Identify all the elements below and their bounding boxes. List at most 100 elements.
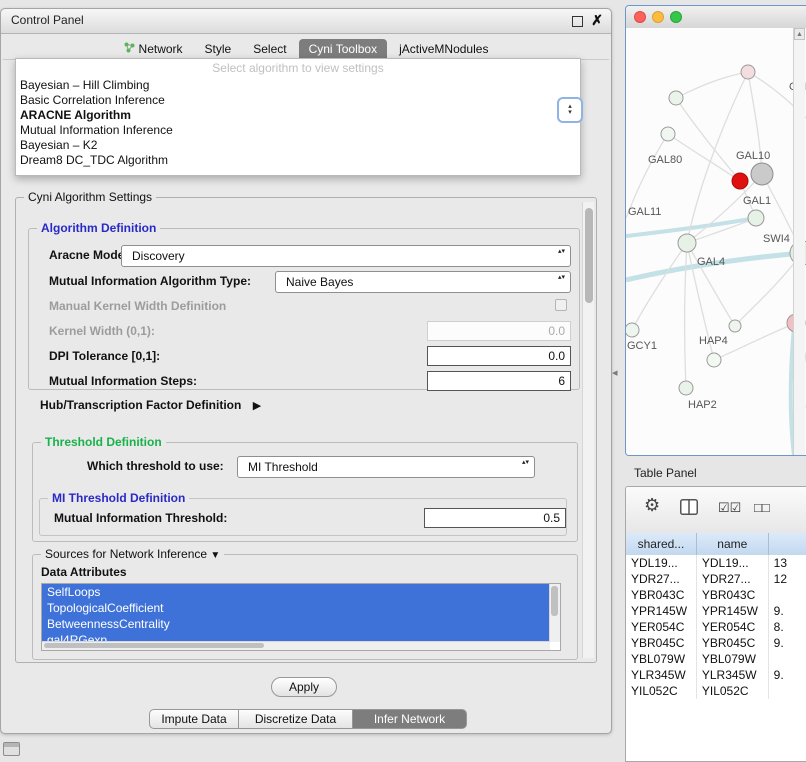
dropdown-item[interactable]: Bayesian – K2 bbox=[16, 138, 580, 153]
network-node[interactable] bbox=[729, 320, 741, 332]
dropdown-item[interactable]: Basic Correlation Inference bbox=[16, 93, 580, 108]
manual-kernel-width-checkbox[interactable] bbox=[555, 299, 567, 311]
table-row[interactable]: YDR27...YDR27...12 bbox=[626, 571, 806, 587]
network-node[interactable] bbox=[679, 381, 693, 395]
which-threshold-label: Which threshold to use: bbox=[87, 459, 224, 473]
table-row[interactable]: YBL079WYBL079W bbox=[626, 651, 806, 667]
algorithm-combobox-button[interactable]: ▴ ▾ bbox=[557, 97, 583, 123]
table-row[interactable]: YBR043CYBR043C bbox=[626, 587, 806, 603]
network-node[interactable] bbox=[707, 353, 721, 367]
network-window-titlebar[interactable] bbox=[626, 6, 806, 29]
data-attributes-list[interactable]: SelfLoops TopologicalCoefficient Between… bbox=[41, 583, 561, 651]
cell: YIL052C bbox=[626, 683, 697, 699]
tab-select[interactable]: Select bbox=[243, 39, 296, 59]
attribute-item-selected[interactable]: SelfLoops bbox=[42, 584, 550, 600]
collapse-down-icon[interactable]: ▼ bbox=[210, 550, 220, 561]
expand-right-icon[interactable]: ▶ bbox=[253, 400, 261, 412]
control-panel-window: Control Panel ✗ Network Style Select Cyn… bbox=[0, 8, 612, 734]
settings-scrollbar-thumb[interactable] bbox=[585, 208, 593, 303]
network-node[interactable] bbox=[748, 210, 764, 226]
table-row[interactable]: YDL19...YDL19...13 bbox=[626, 555, 806, 571]
cell: YBL079W bbox=[626, 651, 697, 667]
restore-panel-icon[interactable] bbox=[3, 742, 20, 756]
attributes-vscroll-thumb[interactable] bbox=[551, 586, 558, 616]
select-all-icon[interactable]: ☑☑ bbox=[718, 500, 741, 516]
mi-steps-field[interactable]: 6 bbox=[427, 371, 571, 391]
dpi-tolerance-field[interactable]: 0.0 bbox=[427, 346, 571, 366]
close-button[interactable] bbox=[634, 11, 646, 23]
tab-impute-data[interactable]: Impute Data bbox=[149, 709, 239, 729]
scroll-up-icon[interactable]: ▲ bbox=[794, 28, 805, 40]
network-node-label: GAL4 bbox=[697, 256, 725, 268]
deselect-all-icon[interactable]: □□ bbox=[754, 500, 770, 515]
sources-legend: Sources for Network Inference ▼ bbox=[41, 547, 224, 561]
network-node[interactable] bbox=[669, 91, 683, 105]
which-threshold-combobox[interactable]: MI Threshold ▴▾ bbox=[237, 456, 535, 478]
column-header-name[interactable]: name bbox=[697, 533, 769, 555]
kernel-width-field[interactable]: 0.0 bbox=[427, 321, 571, 341]
algorithm-dropdown-popup: Select algorithm to view settings Bayesi… bbox=[15, 58, 581, 176]
network-vertical-scrollbar[interactable]: ▲ bbox=[793, 28, 805, 455]
tab-jactivemnodules[interactable]: jActiveMNodules bbox=[389, 39, 498, 59]
table-row[interactable]: YBR045CYBR045C9. bbox=[626, 635, 806, 651]
tab-label: Style bbox=[205, 42, 232, 56]
cell: YDR27... bbox=[697, 571, 769, 587]
cell: YDL19... bbox=[697, 555, 769, 571]
attribute-item-selected[interactable]: BetweennessCentrality bbox=[42, 616, 550, 632]
table-row[interactable]: YLR345WYLR345W9. bbox=[626, 667, 806, 683]
network-node[interactable] bbox=[751, 163, 773, 185]
close-panel-icon[interactable]: ✗ bbox=[591, 12, 603, 29]
network-canvas[interactable]: GAL80 GAL10 GAL11 GAL1 SWI4 GAL4 GCY1 HA… bbox=[626, 28, 806, 456]
dropdown-item-selected[interactable]: ARACNE Algorithm bbox=[16, 108, 580, 123]
tab-network[interactable]: Network bbox=[114, 39, 193, 59]
table-row[interactable]: YPR145WYPR145W9. bbox=[626, 603, 806, 619]
minimize-button[interactable] bbox=[652, 11, 664, 23]
network-node[interactable] bbox=[678, 234, 696, 252]
aracne-mode-combobox[interactable]: Discovery ▴▾ bbox=[121, 245, 571, 267]
tab-discretize-data[interactable]: Discretize Data bbox=[239, 709, 353, 729]
columns-icon[interactable] bbox=[680, 499, 698, 518]
tab-label: jActiveMNodules bbox=[399, 42, 488, 56]
settings-scrollbar[interactable] bbox=[582, 202, 594, 658]
table-row[interactable]: YER054CYER054C8. bbox=[626, 619, 806, 635]
attributes-hscroll-thumb[interactable] bbox=[44, 643, 264, 648]
control-panel-titlebar[interactable]: Control Panel ✗ bbox=[1, 9, 611, 34]
dropdown-item[interactable]: Mutual Information Inference bbox=[16, 123, 580, 138]
network-tab-icon bbox=[124, 42, 135, 56]
chevron-down-icon: ▾ bbox=[568, 110, 572, 116]
mi-threshold-field[interactable]: 0.5 bbox=[424, 508, 566, 528]
attributes-horizontal-scrollbar[interactable] bbox=[42, 641, 550, 650]
zoom-button[interactable] bbox=[670, 11, 682, 23]
column-header-shared-name[interactable]: shared... bbox=[626, 533, 697, 555]
network-node[interactable] bbox=[741, 65, 755, 79]
dropdown-item[interactable]: Dream8 DC_TDC Algorithm bbox=[16, 153, 580, 168]
attributes-vertical-scrollbar[interactable] bbox=[549, 584, 560, 642]
mi-threshold-label: Mutual Information Threshold: bbox=[54, 511, 227, 525]
mi-algorithm-type-combobox[interactable]: Naive Bayes ▴▾ bbox=[275, 271, 571, 293]
algorithm-definition-group: Algorithm Definition Aracne Mode: Discov… bbox=[28, 228, 580, 390]
float-window-icon[interactable] bbox=[572, 16, 583, 27]
tab-infer-network[interactable]: Infer Network bbox=[353, 709, 467, 729]
dropdown-placeholder-item[interactable]: Select algorithm to view settings bbox=[16, 59, 580, 78]
dropdown-item[interactable]: Bayesian – Hill Climbing bbox=[16, 78, 580, 93]
column-header-partial[interactable] bbox=[769, 533, 806, 555]
tab-cyni-toolbox[interactable]: Cyni Toolbox bbox=[299, 39, 387, 59]
network-node[interactable] bbox=[626, 323, 639, 337]
data-attributes-label: Data Attributes bbox=[41, 565, 127, 579]
cell: YLR345W bbox=[697, 667, 769, 683]
network-node-label: GAL80 bbox=[648, 154, 682, 166]
network-node-label: SWI4 bbox=[763, 233, 790, 245]
attribute-item-selected[interactable]: TopologicalCoefficient bbox=[42, 600, 550, 616]
network-node[interactable] bbox=[661, 127, 675, 141]
table-row[interactable]: YIL052CYIL052C bbox=[626, 683, 806, 699]
gear-icon[interactable]: ⚙ bbox=[644, 495, 660, 516]
tab-style[interactable]: Style bbox=[195, 39, 242, 59]
combo-arrows-icon: ▴▾ bbox=[558, 248, 565, 256]
network-node-red[interactable] bbox=[732, 173, 748, 189]
apply-button[interactable]: Apply bbox=[271, 677, 337, 697]
cell: YBR045C bbox=[626, 635, 697, 651]
cell: 13 bbox=[769, 555, 806, 571]
splitter-handle[interactable]: ◂ bbox=[612, 366, 618, 379]
hub-tf-section-toggle[interactable]: Hub/Transcription Factor Definition ▶ bbox=[40, 398, 261, 412]
network-view-window: GAL80 GAL10 GAL11 GAL1 SWI4 GAL4 GCY1 HA… bbox=[625, 5, 806, 456]
